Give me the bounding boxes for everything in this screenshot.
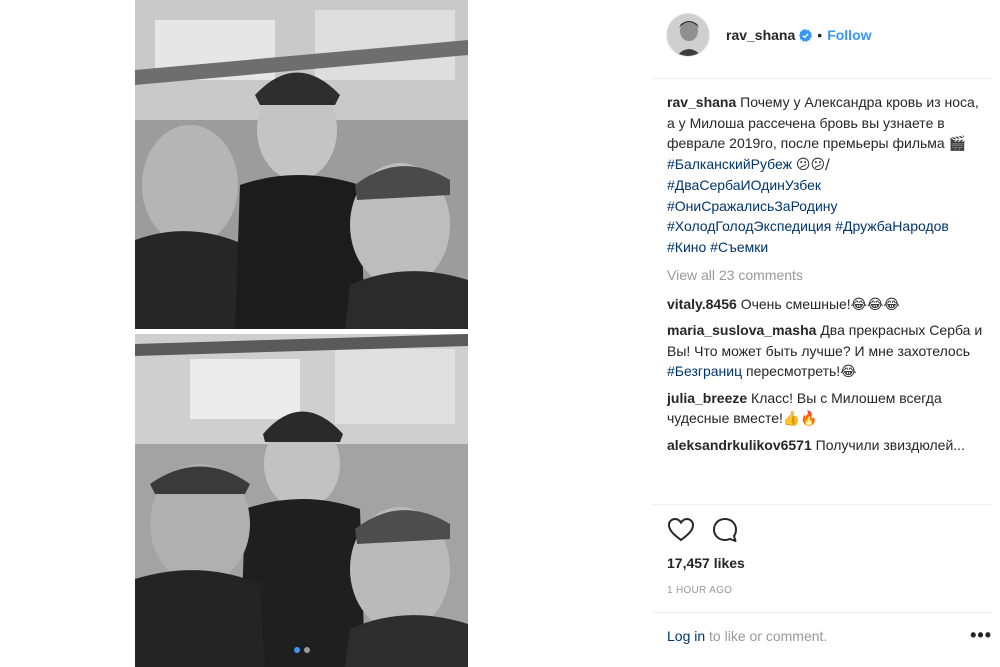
hashtag-link[interactable]: #ДваСербаИОдинУзбек xyxy=(667,177,821,193)
comment-username[interactable]: julia_breeze xyxy=(667,390,747,406)
post-photo-bottom[interactable] xyxy=(135,334,468,667)
comment-bubble-icon[interactable] xyxy=(711,516,739,544)
action-bar xyxy=(667,516,739,544)
hashtag-link[interactable]: #ОниСражалисьЗаРодину xyxy=(667,198,838,214)
comment-item: maria_suslova_masha Два прекрасных Серба… xyxy=(667,320,987,382)
hashtag-link[interactable]: #Безграниц xyxy=(667,363,742,379)
login-prompt: Log in to like or comment. xyxy=(667,628,827,644)
hashtag-link[interactable]: #Кино xyxy=(667,239,706,255)
login-prompt-text: to like or comment. xyxy=(705,628,828,644)
comment-username[interactable]: maria_suslova_masha xyxy=(667,322,816,338)
follow-button[interactable]: Follow xyxy=(827,27,871,43)
likes-count[interactable]: 17,457 likes xyxy=(667,555,745,571)
verified-badge-icon xyxy=(799,28,813,42)
heart-icon[interactable] xyxy=(667,516,695,544)
post-photo-top[interactable] xyxy=(135,0,468,329)
carousel-indicator[interactable] xyxy=(135,647,468,653)
carousel-dot-active[interactable] xyxy=(293,647,300,653)
comment-username[interactable]: vitaly.8456 xyxy=(667,296,737,312)
comment-item: aleksandrkulikov6571 Получили звиздюлей.… xyxy=(667,435,987,456)
post-details-panel: rav_shana • Follow rav_shana Почему у Ал… xyxy=(652,0,992,667)
comments-divider xyxy=(652,504,992,505)
carousel-dot[interactable] xyxy=(303,647,310,653)
header-username[interactable]: rav_shana xyxy=(726,27,795,43)
comments-section: rav_shana Почему у Александра кровь из н… xyxy=(667,92,987,461)
caption-text: 😕😕/ xyxy=(795,156,830,173)
comment-username[interactable]: aleksandrkulikov6571 xyxy=(667,437,812,453)
post-media[interactable] xyxy=(135,0,468,667)
comment-item: julia_breeze Класс! Вы с Милошем всегда … xyxy=(667,388,987,429)
header-separator: • xyxy=(817,27,823,43)
view-all-comments-link[interactable]: View all 23 comments xyxy=(667,265,987,286)
post-timestamp[interactable]: 1 HOUR AGO xyxy=(667,585,732,596)
comment-text: Очень смешные!😂😂😂 xyxy=(740,295,900,312)
more-options-button[interactable]: ••• xyxy=(970,626,992,644)
hashtag-link[interactable]: #БалканскийРубеж xyxy=(667,156,792,172)
hashtag-link[interactable]: #ДружбаНародов xyxy=(835,218,949,234)
comment-text: Получили звиздюлей... xyxy=(815,436,965,453)
comment-item: vitaly.8456 Очень смешные!😂😂😂 xyxy=(667,294,987,315)
post-caption: rav_shana Почему у Александра кровь из н… xyxy=(667,92,987,257)
avatar[interactable] xyxy=(666,13,710,57)
hashtag-link[interactable]: #ХолодГолодЭкспедиция xyxy=(667,218,831,234)
login-link[interactable]: Log in xyxy=(667,628,705,644)
hashtag-link[interactable]: #Съемки xyxy=(710,239,768,255)
comment-text: пересмотреть!😂 xyxy=(742,363,857,379)
header-divider xyxy=(652,78,992,79)
post-header: rav_shana • Follow xyxy=(666,12,872,58)
footer-divider xyxy=(652,612,992,613)
caption-username[interactable]: rav_shana xyxy=(667,94,736,110)
